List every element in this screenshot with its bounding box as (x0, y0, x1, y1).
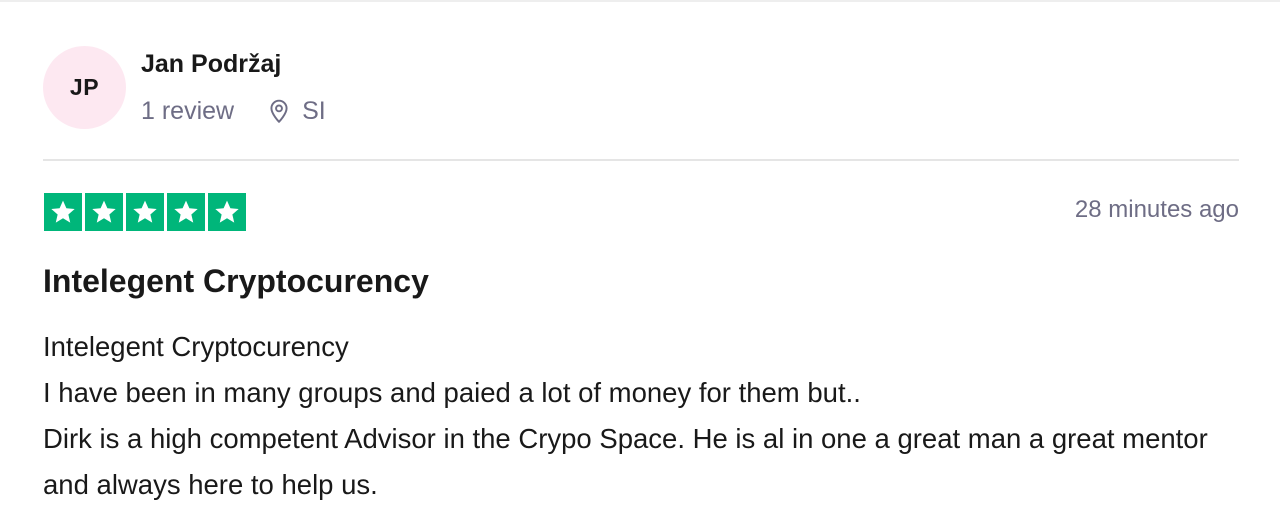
star-icon (167, 193, 205, 231)
review-date: 28 minutes ago (1074, 196, 1239, 223)
avatar-initials: JP (69, 74, 100, 100)
review-line: I have been in many groups and paied a l… (43, 377, 861, 408)
avatar[interactable]: JP (43, 46, 126, 129)
star-icon (126, 193, 164, 231)
reviewer-meta: 1 review SI (141, 95, 326, 127)
star-icon (208, 193, 246, 231)
location-pin-icon (266, 98, 292, 124)
reviewer-name[interactable]: Jan Podržaj (141, 50, 281, 79)
review-card: JP Jan Podržaj 1 review SI 28 minutes ag… (43, 0, 1239, 523)
review-count: 1 review (141, 96, 235, 125)
reviewer-country: SI (302, 96, 326, 125)
review-line: Intelegent Cryptocurency (43, 331, 349, 362)
star-rating (44, 193, 246, 231)
review-line: Dirk is a high competent Advisor in the … (43, 423, 1208, 500)
review-body: Intelegent Cryptocurency I have been in … (43, 324, 1239, 508)
divider (43, 159, 1239, 161)
star-icon (85, 193, 123, 231)
star-icon (44, 193, 82, 231)
review-title[interactable]: Intelegent Cryptocurency (43, 263, 429, 300)
